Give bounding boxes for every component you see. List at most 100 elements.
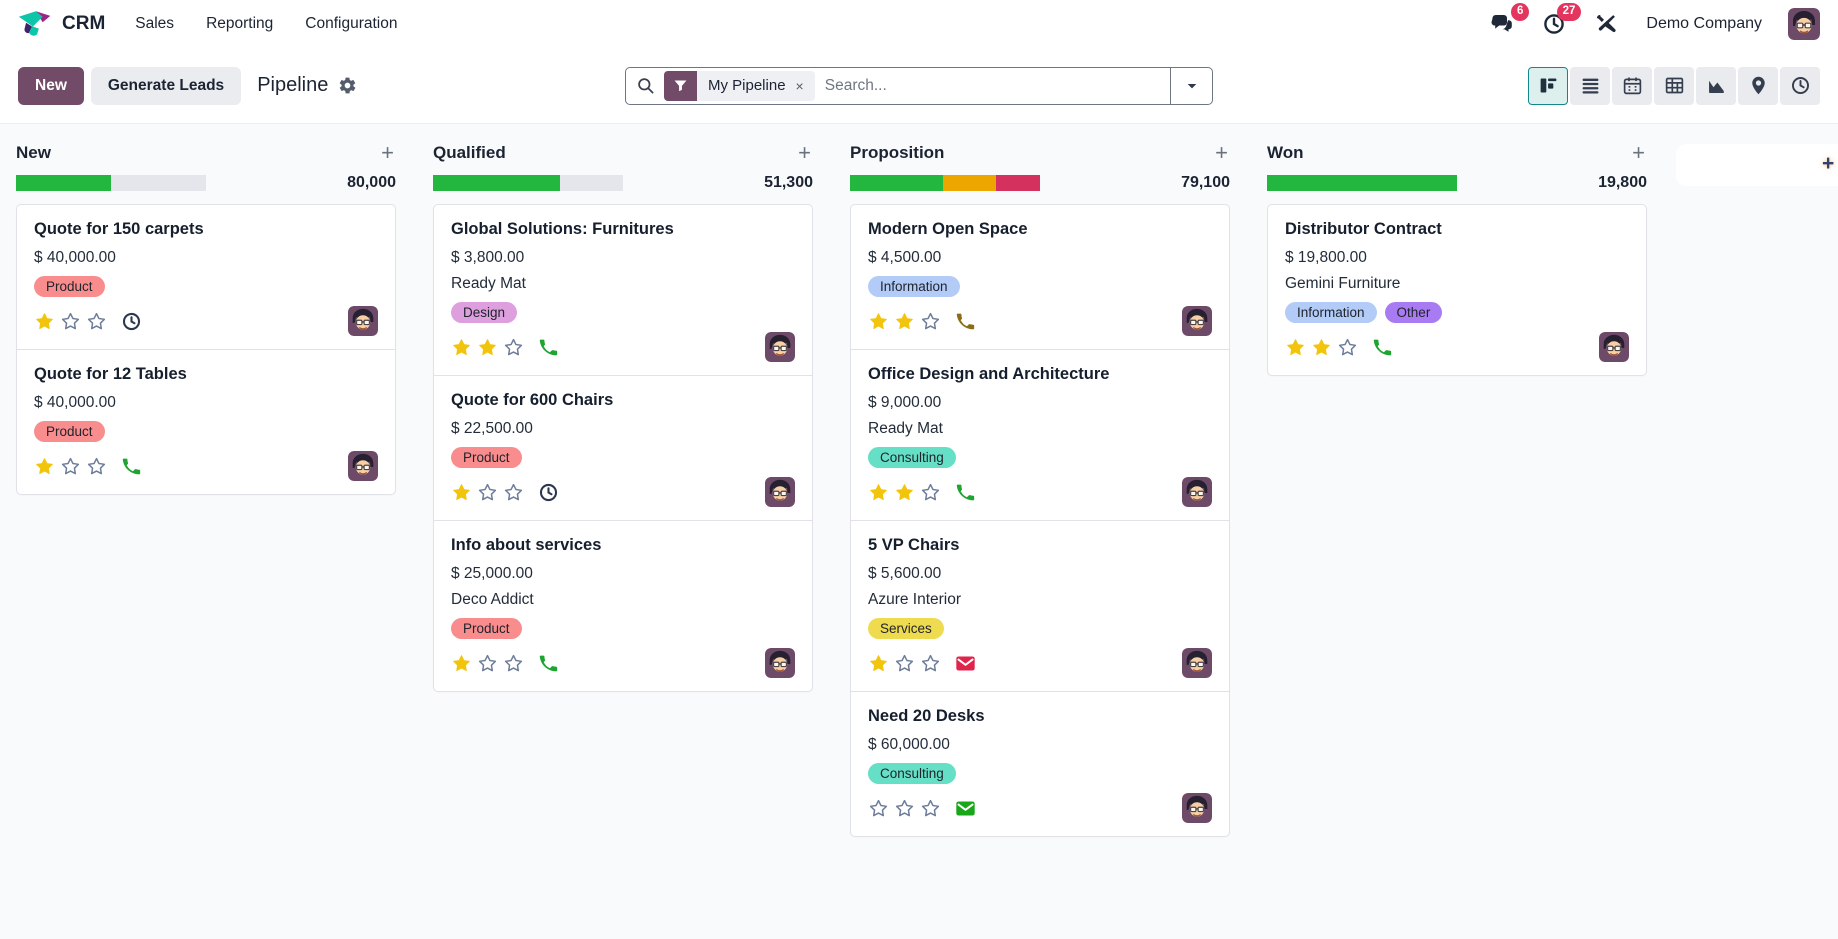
- progress-segment[interactable]: [850, 175, 943, 191]
- view-switcher-pivot[interactable]: [1654, 67, 1694, 105]
- progress-segment[interactable]: [560, 175, 623, 191]
- salesperson-avatar[interactable]: [765, 477, 795, 507]
- kanban-card[interactable]: Quote for 12 Tables$ 40,000.00Product: [16, 349, 396, 495]
- kanban-card[interactable]: Distributor Contract$ 19,800.00Gemini Fu…: [1267, 204, 1647, 376]
- phone-activity-icon[interactable]: [121, 456, 142, 477]
- priority-star-filled[interactable]: [1311, 337, 1332, 358]
- priority-star-empty[interactable]: [503, 653, 524, 674]
- activities-button[interactable]: 27: [1542, 11, 1568, 37]
- priority-star-empty[interactable]: [477, 482, 498, 503]
- priority-star-filled[interactable]: [868, 311, 889, 332]
- priority-star-empty[interactable]: [503, 482, 524, 503]
- salesperson-avatar[interactable]: [1182, 477, 1212, 507]
- priority-star-filled[interactable]: [894, 482, 915, 503]
- kanban-card[interactable]: Modern Open Space$ 4,500.00Information: [850, 204, 1230, 350]
- priority-star-empty[interactable]: [1337, 337, 1358, 358]
- column-progressbar[interactable]: [433, 175, 623, 191]
- phone-activity-icon[interactable]: [1372, 337, 1393, 358]
- add-card-button[interactable]: +: [1215, 142, 1228, 164]
- view-switcher-activity[interactable]: [1780, 67, 1820, 105]
- kanban-card[interactable]: 5 VP Chairs$ 5,600.00Azure InteriorServi…: [850, 520, 1230, 692]
- priority-star-empty[interactable]: [86, 311, 107, 332]
- priority-star-filled[interactable]: [1285, 337, 1306, 358]
- add-column-bar[interactable]: +: [1676, 144, 1838, 186]
- kanban-card[interactable]: Need 20 Desks$ 60,000.00Consulting: [850, 691, 1230, 837]
- phone-activity-icon[interactable]: [955, 311, 976, 332]
- priority-star-filled[interactable]: [34, 311, 55, 332]
- salesperson-avatar[interactable]: [348, 306, 378, 336]
- priority-star-empty[interactable]: [477, 653, 498, 674]
- new-button[interactable]: New: [18, 67, 84, 105]
- priority-star-empty[interactable]: [920, 798, 941, 819]
- add-card-button[interactable]: +: [1632, 142, 1645, 164]
- priority-star-empty[interactable]: [86, 456, 107, 477]
- priority-star-empty[interactable]: [920, 653, 941, 674]
- systray-tools-button[interactable]: [1594, 11, 1620, 37]
- add-column-button[interactable]: +: [1822, 152, 1834, 176]
- add-card-button[interactable]: +: [381, 142, 394, 164]
- priority-star-filled[interactable]: [868, 482, 889, 503]
- kanban-card[interactable]: Quote for 150 carpets$ 40,000.00Product: [16, 204, 396, 350]
- progress-segment[interactable]: [111, 175, 206, 191]
- clock-activity-icon[interactable]: [121, 311, 142, 332]
- priority-star-empty[interactable]: [894, 653, 915, 674]
- envelope-activity-icon[interactable]: [955, 798, 976, 819]
- progress-segment[interactable]: [433, 175, 560, 191]
- phone-activity-icon[interactable]: [538, 653, 559, 674]
- add-card-button[interactable]: +: [798, 142, 811, 164]
- kanban-card[interactable]: Office Design and Architecture$ 9,000.00…: [850, 349, 1230, 521]
- kanban-card[interactable]: Global Solutions: Furnitures$ 3,800.00Re…: [433, 204, 813, 376]
- priority-star-empty[interactable]: [868, 798, 889, 819]
- salesperson-avatar[interactable]: [1182, 793, 1212, 823]
- priority-star-filled[interactable]: [477, 337, 498, 358]
- search-facet[interactable]: My Pipeline ×: [664, 71, 815, 101]
- facet-remove-icon[interactable]: ×: [793, 78, 815, 94]
- nav-menu-reporting[interactable]: Reporting: [206, 15, 273, 33]
- priority-star-filled[interactable]: [868, 653, 889, 674]
- messages-button[interactable]: 6: [1490, 11, 1516, 37]
- salesperson-avatar[interactable]: [765, 648, 795, 678]
- priority-star-filled[interactable]: [34, 456, 55, 477]
- priority-star-empty[interactable]: [503, 337, 524, 358]
- view-switcher-list[interactable]: [1570, 67, 1610, 105]
- salesperson-avatar[interactable]: [1599, 332, 1629, 362]
- column-progressbar[interactable]: [1267, 175, 1457, 191]
- kanban-card[interactable]: Quote for 600 Chairs$ 22,500.00Product: [433, 375, 813, 521]
- company-name[interactable]: Demo Company: [1646, 15, 1762, 33]
- priority-star-empty[interactable]: [894, 798, 915, 819]
- view-switcher-kanban[interactable]: [1528, 67, 1568, 105]
- salesperson-avatar[interactable]: [348, 451, 378, 481]
- priority-star-filled[interactable]: [451, 337, 472, 358]
- salesperson-avatar[interactable]: [1182, 648, 1212, 678]
- nav-menu-configuration[interactable]: Configuration: [305, 15, 397, 33]
- priority-star-filled[interactable]: [451, 482, 472, 503]
- kanban-card[interactable]: Info about services$ 25,000.00Deco Addic…: [433, 520, 813, 692]
- generate-leads-button[interactable]: Generate Leads: [91, 67, 241, 105]
- nav-menu-sales[interactable]: Sales: [135, 15, 174, 33]
- envelope-activity-icon[interactable]: [955, 653, 976, 674]
- column-progressbar[interactable]: [850, 175, 1040, 191]
- priority-star-empty[interactable]: [60, 311, 81, 332]
- priority-star-filled[interactable]: [451, 653, 472, 674]
- phone-activity-icon[interactable]: [955, 482, 976, 503]
- clock-activity-icon[interactable]: [538, 482, 559, 503]
- search-bar[interactable]: My Pipeline ×: [625, 67, 1213, 105]
- priority-star-empty[interactable]: [920, 482, 941, 503]
- priority-star-empty[interactable]: [920, 311, 941, 332]
- column-progressbar[interactable]: [16, 175, 206, 191]
- phone-activity-icon[interactable]: [538, 337, 559, 358]
- priority-star-filled[interactable]: [894, 311, 915, 332]
- progress-segment[interactable]: [943, 175, 996, 191]
- user-avatar[interactable]: [1788, 8, 1820, 40]
- search-input[interactable]: [815, 77, 1170, 95]
- app-switcher[interactable]: CRM: [18, 10, 105, 38]
- progress-segment[interactable]: [16, 175, 111, 191]
- view-switcher-graph[interactable]: [1696, 67, 1736, 105]
- app-name[interactable]: CRM: [62, 13, 105, 35]
- view-switcher-calendar[interactable]: [1612, 67, 1652, 105]
- salesperson-avatar[interactable]: [765, 332, 795, 362]
- progress-segment[interactable]: [1267, 175, 1457, 191]
- progress-segment[interactable]: [996, 175, 1040, 191]
- priority-star-empty[interactable]: [60, 456, 81, 477]
- search-dropdown-toggle[interactable]: [1170, 68, 1212, 104]
